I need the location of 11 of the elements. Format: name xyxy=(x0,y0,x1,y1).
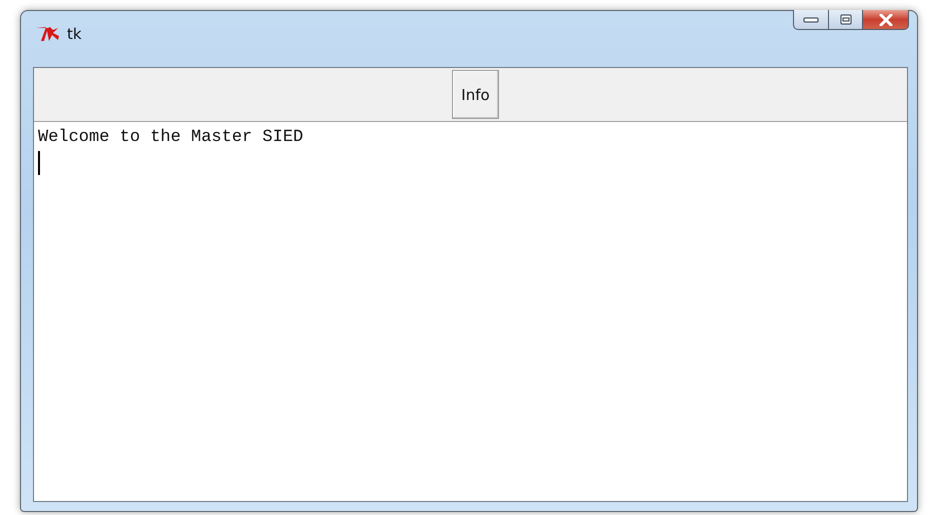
info-button[interactable]: Info xyxy=(452,70,499,119)
text-line: Welcome to the Master SIED xyxy=(38,128,304,147)
text-area[interactable]: Welcome to the Master SIED xyxy=(34,122,907,501)
window-title: tk xyxy=(67,24,82,45)
text-cursor xyxy=(38,151,40,175)
maximize-icon xyxy=(840,14,852,25)
minimize-icon xyxy=(803,16,819,24)
minimize-button[interactable] xyxy=(793,10,829,30)
close-button[interactable] xyxy=(863,10,909,30)
close-icon xyxy=(878,14,892,26)
maximize-button[interactable] xyxy=(829,10,863,30)
